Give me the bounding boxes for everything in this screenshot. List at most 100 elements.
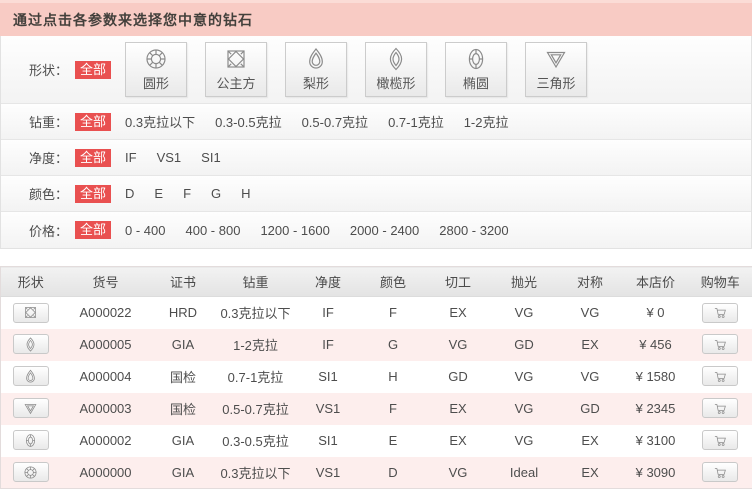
page-title: 通过点击各参数来选择您中意的钻石 [13, 10, 253, 30]
add-to-cart-button[interactable] [702, 398, 738, 418]
polish-cell: Ideal [491, 457, 558, 489]
add-to-cart-button[interactable] [702, 366, 738, 386]
carat-cell: 0.7-1克拉 [216, 361, 296, 393]
shape-button-oval[interactable]: 椭圆 [445, 42, 507, 97]
triangle-diamond-icon [544, 47, 568, 71]
shape-button-label: 梨形 [303, 73, 329, 92]
shape-button-princess[interactable]: 公主方 [205, 42, 267, 97]
marquise-diamond-icon [384, 47, 408, 71]
color-options: D E F G H [125, 186, 271, 201]
triangle-diamond-icon [23, 401, 38, 416]
price-option[interactable]: 1200 - 1600 [260, 223, 329, 238]
table-row: A000002 GIA 0.3-0.5克拉 SI1 E EX VG EX ¥ 3… [1, 425, 752, 457]
col-header-certificate: 证书 [151, 267, 216, 297]
symmetry-cell: EX [558, 425, 623, 457]
princess-diamond-icon [224, 47, 248, 71]
cart-icon [713, 305, 728, 320]
add-to-cart-button[interactable] [702, 462, 738, 482]
certificate-cell: GIA [151, 329, 216, 361]
shape-button-triangle[interactable]: 三角形 [525, 42, 587, 97]
price-cell: ¥ 3100 [623, 425, 689, 457]
add-to-cart-button[interactable] [702, 334, 738, 354]
color-all-button[interactable]: 全部 [75, 185, 111, 203]
shape-button-round[interactable]: 圆形 [125, 42, 187, 97]
price-option[interactable]: 0 - 400 [125, 223, 165, 238]
carat-option[interactable]: 0.5-0.7克拉 [302, 112, 368, 131]
shape-button-pear[interactable]: 梨形 [285, 42, 347, 97]
polish-cell: VG [491, 361, 558, 393]
cut-cell: EX [426, 425, 491, 457]
certificate-cell: 国检 [151, 361, 216, 393]
shape-all-button[interactable]: 全部 [75, 61, 111, 79]
certificate-cell: GIA [151, 425, 216, 457]
color-cell: F [361, 393, 426, 425]
add-to-cart-button[interactable] [702, 303, 738, 323]
color-cell: D [361, 457, 426, 489]
filter-label-color: 颜色： [29, 184, 75, 203]
color-option[interactable]: H [241, 186, 250, 201]
col-header-cart: 购物车 [689, 267, 752, 297]
certificate-cell: HRD [151, 297, 216, 329]
item-no-cell: A000022 [61, 297, 151, 329]
filter-label-clarity: 净度： [29, 148, 75, 167]
carat-option[interactable]: 1-2克拉 [464, 112, 509, 131]
clarity-all-button[interactable]: 全部 [75, 149, 111, 167]
item-no-cell: A000000 [61, 457, 151, 489]
color-option[interactable]: D [125, 186, 134, 201]
cut-cell: VG [426, 457, 491, 489]
price-option[interactable]: 2000 - 2400 [350, 223, 419, 238]
clarity-option[interactable]: IF [125, 150, 137, 165]
oval-diamond-icon [23, 433, 38, 448]
shape-cell [13, 303, 49, 323]
price-option[interactable]: 2800 - 3200 [439, 223, 508, 238]
marquise-diamond-icon [23, 337, 38, 352]
filter-label-shape: 形状： [29, 60, 75, 79]
cart-icon [713, 433, 728, 448]
cut-cell: GD [426, 361, 491, 393]
price-cell: ¥ 1580 [623, 361, 689, 393]
carat-cell: 0.5-0.7克拉 [216, 393, 296, 425]
clarity-option[interactable]: VS1 [157, 150, 182, 165]
shape-cell [13, 398, 49, 418]
carat-option[interactable]: 0.7-1克拉 [388, 112, 444, 131]
clarity-option[interactable]: SI1 [201, 150, 221, 165]
filter-label-price: 价格： [29, 221, 75, 240]
add-to-cart-button[interactable] [702, 430, 738, 450]
col-header-cut: 切工 [426, 267, 491, 297]
price-all-button[interactable]: 全部 [75, 221, 111, 239]
shape-button-label: 三角形 [537, 73, 576, 92]
certificate-cell: 国检 [151, 393, 216, 425]
carat-option[interactable]: 0.3-0.5克拉 [215, 112, 281, 131]
diamonds-table: 形状 货号 证书 钻重 净度 颜色 切工 抛光 对称 本店价 购物车 A0000… [0, 266, 752, 489]
shape-cell [13, 366, 49, 386]
shape-button-label: 橄榄形 [377, 73, 416, 92]
col-header-polish: 抛光 [491, 267, 558, 297]
col-header-item-no: 货号 [61, 267, 151, 297]
shape-button-label: 椭圆 [463, 73, 489, 92]
col-header-color: 颜色 [361, 267, 426, 297]
color-option[interactable]: F [183, 186, 191, 201]
cut-cell: EX [426, 297, 491, 329]
carat-option[interactable]: 0.3克拉以下 [125, 112, 195, 131]
color-option[interactable]: G [211, 186, 221, 201]
item-no-cell: A000003 [61, 393, 151, 425]
pear-diamond-icon [304, 47, 328, 71]
princess-diamond-icon [23, 305, 38, 320]
carat-all-button[interactable]: 全部 [75, 113, 111, 131]
shape-button-group: 圆形 公主方 梨形 橄榄形 椭圆 三角形 [125, 42, 605, 97]
clarity-cell: VS1 [296, 457, 361, 489]
filter-row-clarity: 净度： 全部 IF VS1 SI1 [1, 140, 751, 176]
item-no-cell: A000004 [61, 361, 151, 393]
filter-row-carat: 钻重： 全部 0.3克拉以下 0.3-0.5克拉 0.5-0.7克拉 0.7-1… [1, 104, 751, 140]
price-option[interactable]: 400 - 800 [186, 223, 241, 238]
price-options: 0 - 400 400 - 800 1200 - 1600 2000 - 240… [125, 223, 529, 238]
shape-button-marquise[interactable]: 橄榄形 [365, 42, 427, 97]
col-header-clarity: 净度 [296, 267, 361, 297]
color-option[interactable]: E [154, 186, 163, 201]
col-header-carat: 钻重 [216, 267, 296, 297]
col-header-price: 本店价 [623, 267, 689, 297]
clarity-cell: VS1 [296, 393, 361, 425]
page-header: 通过点击各参数来选择您中意的钻石 [0, 0, 752, 36]
filter-panel: 形状： 全部 圆形 公主方 梨形 橄榄形 椭圆 [0, 36, 752, 249]
item-no-cell: A000002 [61, 425, 151, 457]
